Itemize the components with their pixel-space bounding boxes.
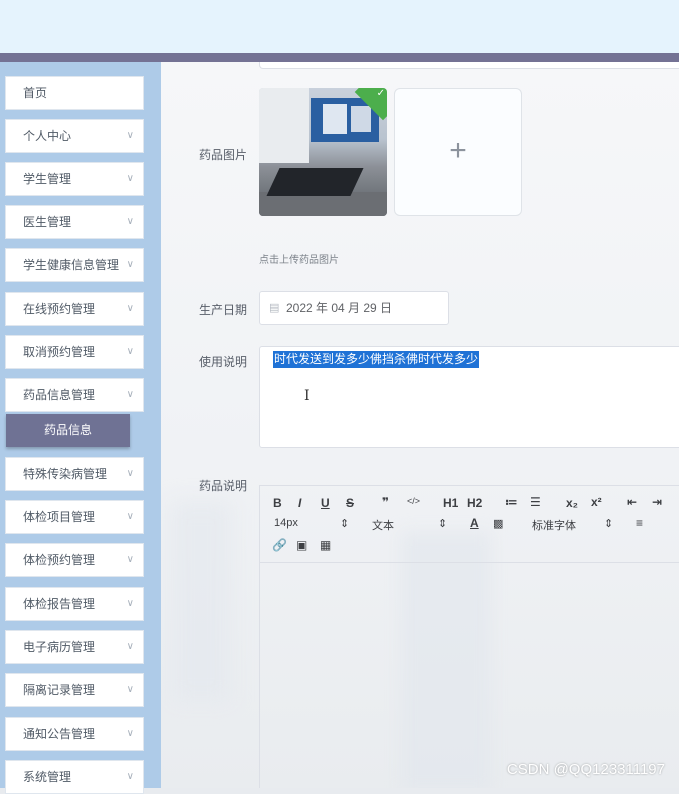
underline-button[interactable]: U xyxy=(321,496,330,510)
date-label: 生产日期 xyxy=(199,303,248,317)
font-family-select[interactable]: 标准字体 xyxy=(532,517,576,533)
sidebar-item-isolation-records[interactable]: 隔离记录管理 ∨ xyxy=(5,673,144,707)
select-arrows-icon: ⇕ xyxy=(438,518,448,530)
text-cursor-icon: I xyxy=(304,388,310,404)
background-decor xyxy=(171,502,231,702)
upload-hint: 点击上传药品图片 xyxy=(259,255,339,266)
sidebar-item-system[interactable]: 系统管理 ∨ xyxy=(5,760,144,794)
calendar-icon: ▤ xyxy=(269,302,280,314)
sidebar-item-label: 个人中心 xyxy=(23,129,72,143)
background-color-icon[interactable]: ▩ xyxy=(493,517,503,530)
indent-button[interactable]: ⇥ xyxy=(652,495,662,509)
sidebar-item-infectious-disease[interactable]: 特殊传染病管理 ∨ xyxy=(5,457,144,491)
sidebar-subitem-medicine[interactable]: 药品信息 xyxy=(6,414,130,447)
sidebar-item-label: 药品信息管理 xyxy=(23,388,96,402)
block-type-select[interactable]: 文本 xyxy=(372,517,394,533)
chevron-down-icon: ∨ xyxy=(126,684,134,695)
chevron-down-icon: ∨ xyxy=(126,728,134,739)
chevron-down-icon: ∨ xyxy=(126,130,134,141)
chevron-down-icon: ∨ xyxy=(126,598,134,609)
chevron-down-icon: ∨ xyxy=(126,389,134,400)
sidebar-item-label: 系统管理 xyxy=(23,770,72,784)
chevron-down-icon: ∨ xyxy=(126,554,134,565)
h1-button[interactable]: H1 xyxy=(443,496,458,510)
sidebar-item-checkup-booking[interactable]: 体检预约管理 ∨ xyxy=(5,543,144,577)
link-icon[interactable]: 🔗 xyxy=(272,538,287,552)
align-icon[interactable]: ≡ xyxy=(636,516,643,530)
sidebar-item-label: 学生健康信息管理 xyxy=(23,258,120,272)
sidebar-item-label: 隔离记录管理 xyxy=(23,683,96,697)
select-arrows-icon: ⇕ xyxy=(604,518,614,530)
uploaded-image-thumbnail[interactable]: ✓ xyxy=(259,88,387,216)
main-form-area: 药品图片 ✓ + 点击上传药品图片 生产日期 ▤ 2022 年 04 月 29 … xyxy=(161,62,679,788)
chevron-down-icon: ∨ xyxy=(126,346,134,357)
bold-button[interactable]: B xyxy=(273,496,282,510)
header-accent-bar xyxy=(0,53,679,62)
subscript-button[interactable]: x₂ xyxy=(566,496,578,510)
outdent-button[interactable]: ⇤ xyxy=(627,495,637,509)
bullet-list-button[interactable]: ☰ xyxy=(530,495,541,509)
italic-button[interactable]: I xyxy=(298,496,301,510)
image-icon[interactable]: ▣ xyxy=(296,538,307,552)
sidebar-item-label: 通知公告管理 xyxy=(23,727,96,741)
code-button[interactable]: </> xyxy=(407,496,420,506)
sidebar-item-label: 电子病历管理 xyxy=(23,640,96,654)
sidebar-item-medicine-info[interactable]: 药品信息管理 ∨ xyxy=(5,378,144,412)
usage-label: 使用说明 xyxy=(199,355,248,369)
font-color-icon[interactable]: A xyxy=(470,516,479,530)
previous-field-input[interactable] xyxy=(259,62,679,69)
selected-text: 时代发送到发多少佛挡杀佛时代发多少 xyxy=(273,351,480,368)
sidebar-item-label: 医生管理 xyxy=(23,215,72,229)
chevron-down-icon: ∨ xyxy=(126,173,134,184)
sidebar-item-health-info[interactable]: 学生健康信息管理 ∨ xyxy=(5,248,144,282)
plus-icon: + xyxy=(449,134,467,167)
check-icon: ✓ xyxy=(376,88,385,99)
sidebar-item-label: 体检项目管理 xyxy=(23,510,96,524)
sidebar-item-notices[interactable]: 通知公告管理 ∨ xyxy=(5,717,144,751)
sidebar-item-cancel-booking[interactable]: 取消预约管理 ∨ xyxy=(5,335,144,369)
watermark: CSDN @QQ123311197 xyxy=(506,761,665,778)
sidebar-item-online-booking[interactable]: 在线预约管理 ∨ xyxy=(5,292,144,326)
sidebar-item-doctors[interactable]: 医生管理 ∨ xyxy=(5,205,144,239)
sidebar-item-students[interactable]: 学生管理 ∨ xyxy=(5,162,144,196)
video-icon[interactable]: ▦ xyxy=(320,538,331,552)
font-size-select[interactable]: 14px xyxy=(274,517,298,529)
sidebar-item-label: 取消预约管理 xyxy=(23,345,96,359)
rich-text-editor[interactable]: B I U S ❞ </> H1 H2 ≔ ☰ x₂ x² ⇤ ⇥ 14px ⇕… xyxy=(259,485,679,788)
chevron-down-icon: ∨ xyxy=(126,259,134,270)
description-label: 药品说明 xyxy=(199,479,248,493)
chevron-down-icon: ∨ xyxy=(126,468,134,479)
editor-toolbar: B I U S ❞ </> H1 H2 ≔ ☰ x₂ x² ⇤ ⇥ 14px ⇕… xyxy=(260,486,679,563)
sidebar-item-personal-center[interactable]: 个人中心 ∨ xyxy=(5,119,144,153)
sidebar-item-label: 特殊传染病管理 xyxy=(23,467,108,481)
sidebar-menu: 首页 个人中心 ∨ 学生管理 ∨ 医生管理 ∨ 学生健康信息管理 ∨ 在线预约管理 ∨ 取… xyxy=(0,62,161,794)
chevron-down-icon: ∨ xyxy=(126,303,134,314)
chevron-down-icon: ∨ xyxy=(126,771,134,782)
chevron-down-icon: ∨ xyxy=(126,511,134,522)
sidebar-item-checkup-items[interactable]: 体检项目管理 ∨ xyxy=(5,500,144,534)
date-value: 2022 年 04 月 29 日 xyxy=(286,301,393,315)
sidebar-item-label: 首页 xyxy=(23,86,48,100)
sidebar-item-medical-records[interactable]: 电子病历管理 ∨ xyxy=(5,630,144,664)
production-date-picker[interactable]: ▤ 2022 年 04 月 29 日 xyxy=(259,291,449,325)
image-upload-button[interactable]: + xyxy=(394,88,522,216)
sidebar-item-label: 在线预约管理 xyxy=(23,302,96,316)
top-header xyxy=(0,0,679,53)
usage-textarea[interactable]: 时代发送到发多少佛挡杀佛时代发多少 I xyxy=(259,346,679,448)
chevron-down-icon: ∨ xyxy=(126,641,134,652)
sidebar-item-label: 学生管理 xyxy=(23,172,72,186)
select-arrows-icon: ⇕ xyxy=(340,518,350,530)
image-label: 药品图片 xyxy=(199,148,248,162)
superscript-button[interactable]: x² xyxy=(591,495,602,509)
quote-button[interactable]: ❞ xyxy=(382,495,389,509)
sidebar-item-label: 体检预约管理 xyxy=(23,553,96,567)
strike-button[interactable]: S xyxy=(346,496,354,510)
sidebar-item-checkup-report[interactable]: 体检报告管理 ∨ xyxy=(5,587,144,621)
ordered-list-button[interactable]: ≔ xyxy=(505,495,518,509)
chevron-down-icon: ∨ xyxy=(126,216,134,227)
h2-button[interactable]: H2 xyxy=(467,496,482,510)
sidebar-item-label: 体检报告管理 xyxy=(23,597,96,611)
sidebar-item-home[interactable]: 首页 xyxy=(5,76,144,110)
